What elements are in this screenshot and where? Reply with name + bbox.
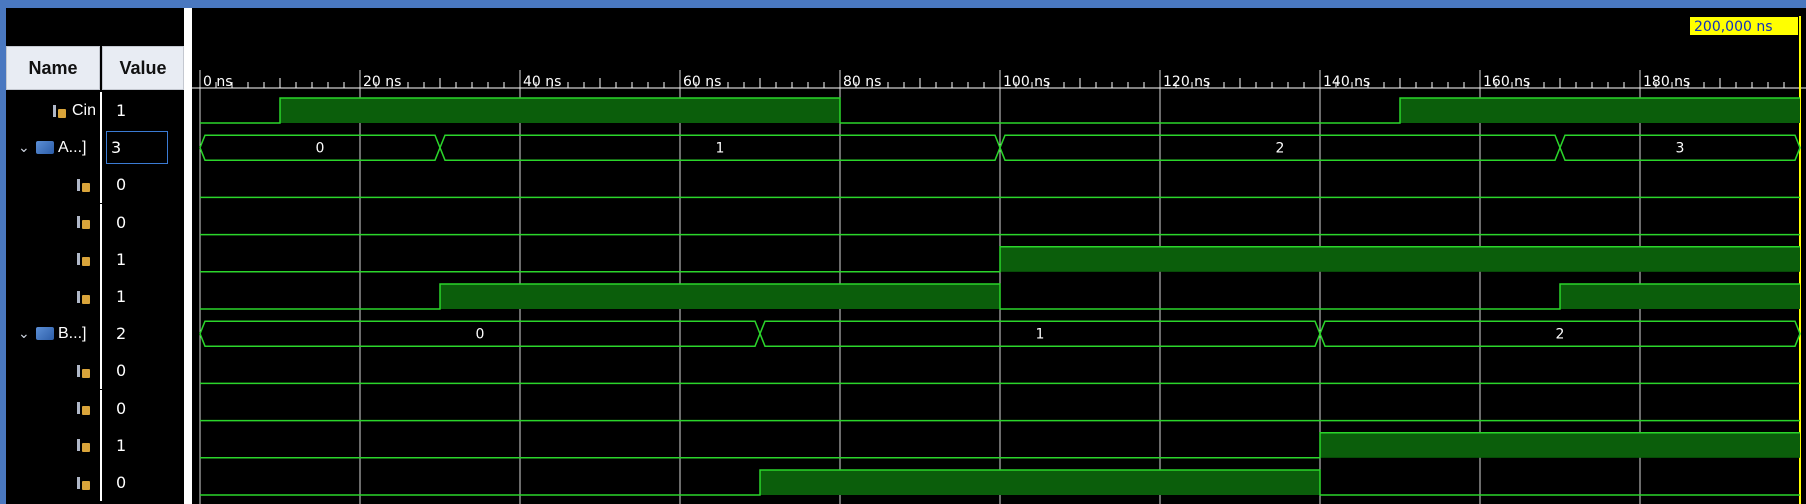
bit-signal-icon <box>76 438 90 453</box>
signal-row[interactable]: 0 <box>6 389 184 427</box>
cursor-time-label: 200,000 ns <box>1694 19 1773 35</box>
bus-value-label: 2 <box>1556 327 1565 343</box>
bit-signal-icon <box>76 178 90 192</box>
signal-value-cell[interactable]: 1 <box>102 427 184 464</box>
signal-value-cell[interactable]: 0 <box>102 352 184 389</box>
signal-name-label: Cin <box>71 101 96 119</box>
bus-signal-icon <box>36 141 54 155</box>
signal-waveform-5[interactable] <box>200 283 1800 310</box>
signal-row[interactable]: ⌄ A...] 3 <box>6 129 184 167</box>
bit-signal-icon <box>76 364 90 378</box>
signal-value-label: 1 <box>116 287 127 306</box>
signal-value-label: 1 <box>116 435 127 455</box>
bit-signal-icon <box>76 252 90 267</box>
signal-value-label: 2 <box>116 324 127 344</box>
signal-name-cell[interactable] <box>6 278 100 315</box>
signal-names-panel: Name Value Cin 1 ⌄ A...] 3 0 0 1 1 ⌄ B...] 2 0 0 1 0 <box>6 8 184 504</box>
bit-signal-icon <box>76 215 90 230</box>
signal-value-label: 0 <box>116 398 127 418</box>
signal-name-cell[interactable] <box>6 166 100 203</box>
signal-value-label: 3 <box>106 131 169 165</box>
window-top-border <box>0 0 1806 8</box>
bus-value-label: 0 <box>316 141 325 157</box>
signal-row[interactable]: 1 <box>6 278 184 315</box>
bit-signal-icon <box>76 476 90 490</box>
bus-value-label: 1 <box>716 141 725 157</box>
bus-signal-icon <box>36 327 54 341</box>
signal-high-fill <box>280 98 840 123</box>
signal-high-fill <box>1400 98 1800 123</box>
signal-high-fill <box>760 470 1320 495</box>
signal-value-label: 1 <box>116 249 127 269</box>
signal-value-label: 0 <box>116 175 127 195</box>
signal-row[interactable]: 0 <box>6 464 184 501</box>
signal-value-cell[interactable]: 2 <box>102 315 184 352</box>
bit-signal-icon <box>52 104 66 118</box>
signal-row[interactable]: 1 <box>6 426 184 464</box>
signal-name-cell[interactable] <box>6 464 100 501</box>
signal-value-cell[interactable]: 0 <box>102 464 184 501</box>
waveform-canvas[interactable]: 0 ns 20 ns 40 ns 60 ns 80 ns 100 ns 120 ns 140 … <box>192 8 1806 504</box>
waveform-window: Name Value Cin 1 ⌄ A...] 3 0 0 1 1 ⌄ B...] 2 0 0 1 0 0 … <box>0 0 1806 504</box>
signal-name-cell[interactable]: ⌄ A...] <box>6 129 100 166</box>
name-column-header[interactable]: Name <box>6 46 100 90</box>
signal-name-label: B...] <box>58 324 87 342</box>
signal-value-cell[interactable]: 3 <box>102 129 184 166</box>
signal-value-cell[interactable]: 1 <box>102 278 184 315</box>
bit-signal-icon <box>76 401 90 416</box>
waveform-panel[interactable]: 0 ns 20 ns 40 ns 60 ns 80 ns 100 ns 120 ns 140 … <box>192 8 1806 504</box>
signal-name-cell[interactable] <box>6 427 100 464</box>
signal-name-cell[interactable] <box>6 241 100 278</box>
signal-value-cell[interactable]: 1 <box>102 92 184 129</box>
signal-value-cell[interactable]: 0 <box>102 166 184 203</box>
signal-row[interactable]: Cin 1 <box>6 92 184 129</box>
signal-name-label: A...] <box>58 138 87 156</box>
expand-chevron-icon[interactable]: ⌄ <box>18 326 30 342</box>
signal-row[interactable]: 1 <box>6 240 184 278</box>
signal-value-label: 0 <box>116 212 127 232</box>
value-column-header[interactable]: Value <box>102 46 184 90</box>
signal-row[interactable]: 0 <box>6 203 184 241</box>
signal-value-label: 1 <box>116 101 127 120</box>
signal-high-fill <box>1000 246 1800 272</box>
signal-row[interactable]: 0 <box>6 352 184 390</box>
signal-name-cell[interactable] <box>6 204 100 241</box>
panel-divider[interactable] <box>184 8 192 504</box>
bus-value-label: 2 <box>1276 141 1285 157</box>
signal-high-fill <box>1560 284 1800 309</box>
signal-value-label: 0 <box>116 473 127 492</box>
signal-row[interactable]: 0 <box>6 166 184 204</box>
signal-name-cell[interactable]: Cin <box>6 92 100 129</box>
signal-value-cell[interactable]: 0 <box>102 204 184 241</box>
signal-high-fill <box>440 284 1000 309</box>
signal-value-label: 0 <box>116 361 127 381</box>
signal-value-cell[interactable]: 0 <box>102 390 184 427</box>
signal-value-cell[interactable]: 1 <box>102 241 184 278</box>
expand-chevron-icon[interactable]: ⌄ <box>18 140 30 156</box>
bit-signal-icon <box>76 290 90 304</box>
signal-name-cell[interactable] <box>6 352 100 389</box>
signal-name-cell[interactable]: ⌄ B...] <box>6 315 100 352</box>
signal-name-cell[interactable] <box>6 390 100 427</box>
bus-value-label: 3 <box>1676 141 1685 157</box>
signal-high-fill <box>1320 432 1800 458</box>
bus-value-label: 0 <box>476 327 485 343</box>
bus-value-label: 1 <box>1036 327 1045 343</box>
signal-row[interactable]: ⌄ B...] 2 <box>6 315 184 353</box>
names-header: Name Value <box>6 8 184 92</box>
